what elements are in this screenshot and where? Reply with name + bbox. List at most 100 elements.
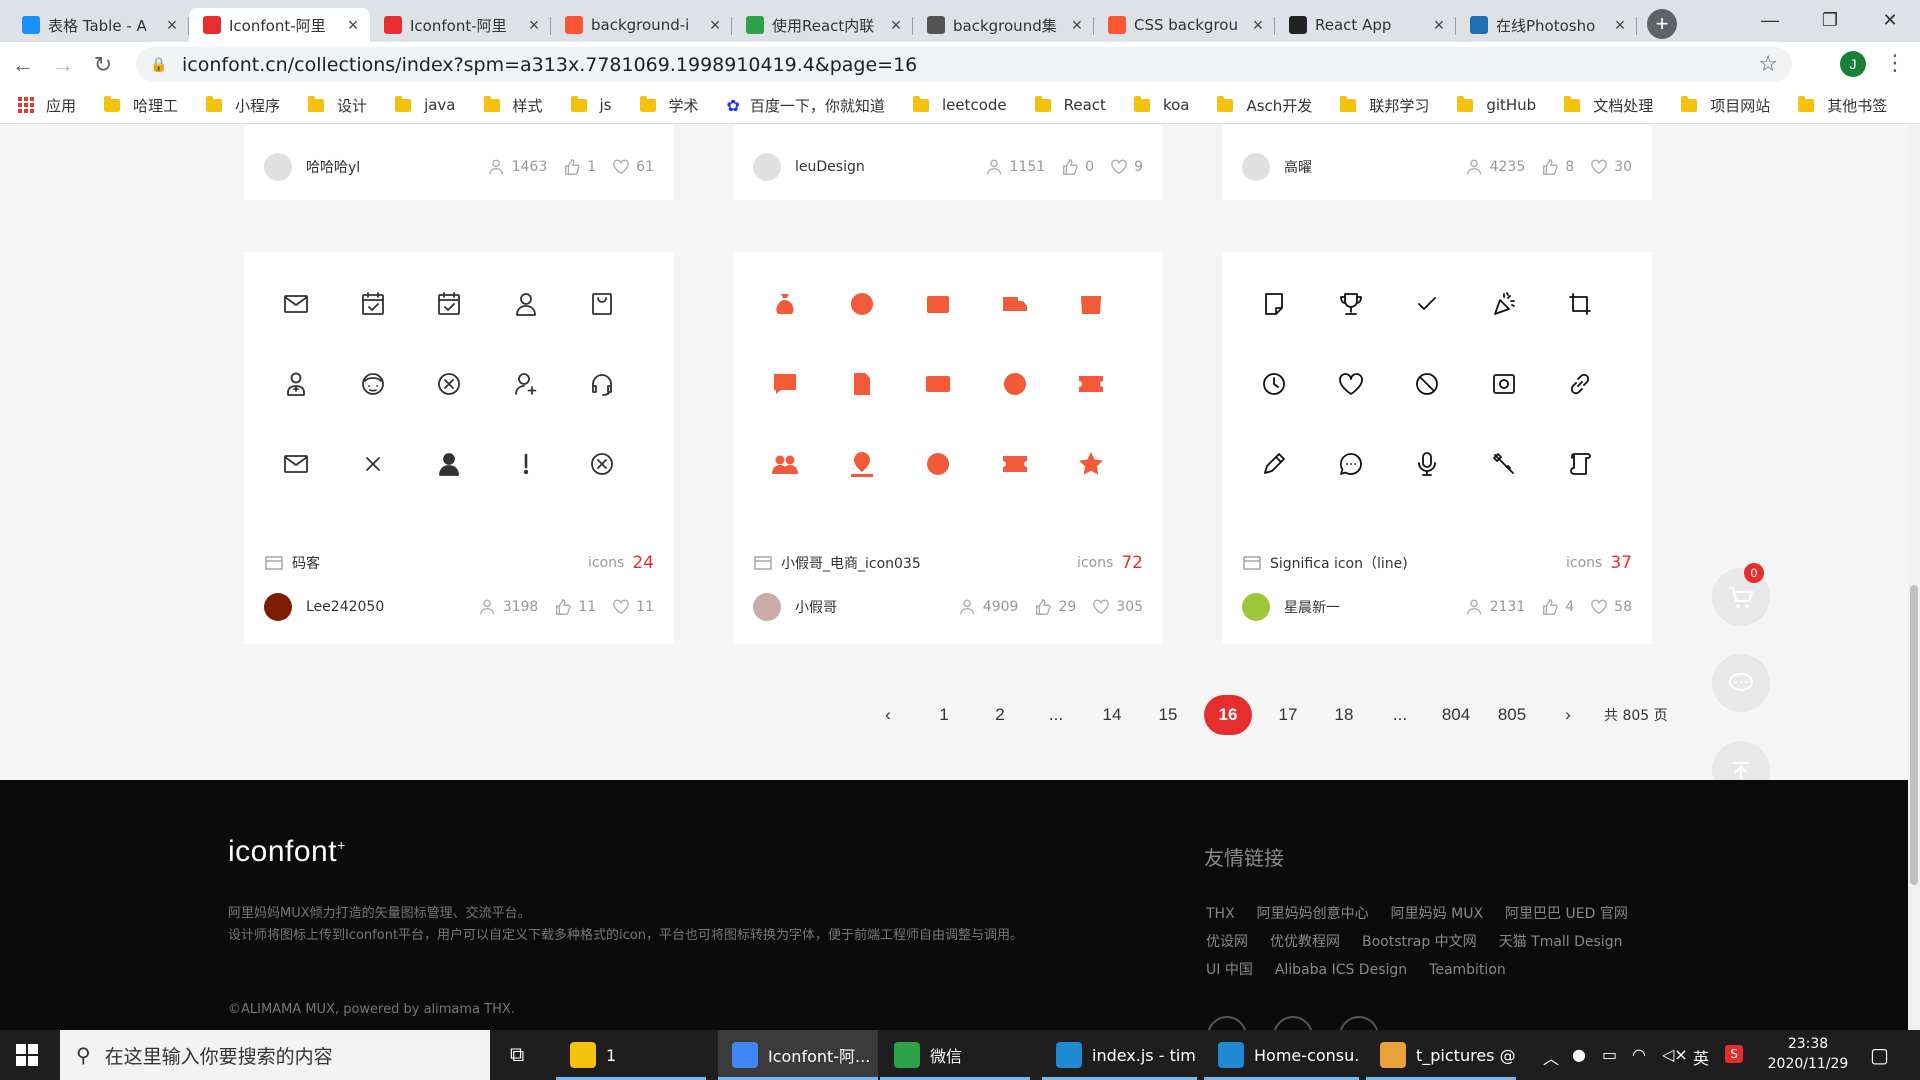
close-tab-icon[interactable]: × xyxy=(525,15,543,36)
sogou-ime-icon[interactable]: S xyxy=(1725,1045,1743,1063)
taskbar-clock[interactable]: 23:38 2020/11/29 xyxy=(1762,1034,1854,1074)
page-link[interactable]: 1 xyxy=(924,695,964,735)
browser-tab[interactable]: Iconfont-阿里 × xyxy=(370,8,551,42)
close-tab-icon[interactable]: × xyxy=(1249,15,1267,36)
back-button[interactable]: ← xyxy=(6,48,40,82)
bookmark-item[interactable]: 学术 xyxy=(639,95,699,116)
volume-icon[interactable]: ◁× xyxy=(1662,1045,1688,1064)
bookmark-item[interactable]: koa xyxy=(1133,95,1189,114)
crown-badge-icon[interactable] xyxy=(995,364,1035,404)
wifi-icon[interactable]: ◠ xyxy=(1632,1045,1646,1064)
party-popper-icon[interactable] xyxy=(1484,284,1524,324)
bookmark-star-icon[interactable]: ☆ xyxy=(1758,52,1778,77)
bookmark-item[interactable]: 联邦学习 xyxy=(1340,95,1429,116)
taskbar-app[interactable]: Iconfont-阿... xyxy=(718,1030,878,1080)
bookmark-item[interactable]: 设计 xyxy=(308,95,367,116)
taskbar-app[interactable]: index.js - tim... xyxy=(1042,1030,1197,1080)
user-add-icon[interactable] xyxy=(506,364,546,404)
note-icon[interactable] xyxy=(1254,284,1294,324)
location-pin-icon[interactable] xyxy=(842,444,882,484)
close-circle-icon[interactable] xyxy=(582,444,622,484)
collection-author[interactable]: 高曜 xyxy=(1284,157,1450,177)
favorites-stat[interactable]: 61 xyxy=(612,158,654,176)
browser-tab[interactable]: CSS backgrou × xyxy=(1094,8,1275,42)
page-link[interactable]: 805 xyxy=(1492,695,1532,735)
input-language[interactable]: 英 xyxy=(1693,1045,1709,1069)
next-page-button[interactable]: › xyxy=(1548,695,1588,735)
likes-stat[interactable]: 0 xyxy=(1061,158,1094,176)
maximize-button[interactable]: ❐ xyxy=(1800,0,1860,40)
coupon-icon[interactable] xyxy=(1071,364,1111,404)
menu-kebab-icon[interactable]: ⋮ xyxy=(1884,50,1906,76)
chat-icon[interactable] xyxy=(1331,444,1371,484)
vip-card-icon[interactable] xyxy=(918,364,958,404)
avatar-face-icon[interactable] xyxy=(353,364,393,404)
calendar-check-icon[interactable] xyxy=(429,284,469,324)
favorites-stat[interactable]: 11 xyxy=(612,598,654,616)
document-icon[interactable] xyxy=(842,364,882,404)
page-link[interactable]: 15 xyxy=(1148,695,1188,735)
friend-link[interactable]: 优设网 xyxy=(1206,928,1248,956)
minimize-button[interactable]: — xyxy=(1740,0,1800,40)
refund-icon[interactable] xyxy=(918,444,958,484)
wechat-tray-icon[interactable]: ● xyxy=(1572,1045,1586,1064)
friend-link[interactable]: Bootstrap 中文网 xyxy=(1362,928,1477,956)
collection-card[interactable]: 码客 icons 24 Lee242050 3198 11 11 xyxy=(244,252,674,644)
close-tab-icon[interactable]: × xyxy=(706,15,724,36)
trophy-icon[interactable] xyxy=(1331,284,1371,324)
collection-card[interactable]: 小假哥_电商_icon035 icons 72 小假哥 4909 29 305 xyxy=(733,252,1163,644)
crop-icon[interactable] xyxy=(1560,284,1600,324)
windows-start-icon[interactable] xyxy=(16,1044,38,1066)
bookmark-item[interactable]: 样式 xyxy=(483,95,543,116)
likes-stat[interactable]: 29 xyxy=(1034,598,1076,616)
collection-card[interactable]: Significa icon（line) icons 37 星晨新一 2131 4 58 xyxy=(1222,252,1652,644)
browser-tab[interactable]: 表格 Table - A × xyxy=(8,8,189,42)
message-icon[interactable] xyxy=(765,364,805,404)
bookmark-item[interactable]: 项目网站 xyxy=(1681,95,1770,116)
mail-icon[interactable] xyxy=(276,444,316,484)
taskbar-app[interactable]: Home-consu... xyxy=(1204,1030,1359,1080)
collection-author[interactable]: 小假哥 xyxy=(795,597,943,617)
favorites-stat[interactable]: 58 xyxy=(1590,598,1632,616)
tray-chevron-icon[interactable]: ︿ xyxy=(1543,1045,1559,1069)
browser-tab[interactable]: 使用React内联 × xyxy=(732,8,913,42)
current-page[interactable]: 16 xyxy=(1204,695,1252,735)
page-scrollbar[interactable] xyxy=(1908,125,1920,1030)
shopping-bag-icon[interactable] xyxy=(582,284,622,324)
friend-link[interactable]: 阿里巴巴 UED 官网 xyxy=(1505,900,1628,928)
bookmark-item[interactable]: leetcode xyxy=(912,95,1007,114)
forbidden-icon[interactable] xyxy=(1407,364,1447,404)
browser-tab[interactable]: 在线Photosho × xyxy=(1456,8,1637,42)
close-tab-icon[interactable]: × xyxy=(163,15,181,36)
close-tab-icon[interactable]: × xyxy=(344,15,362,36)
friend-link[interactable]: Teambition xyxy=(1429,956,1506,984)
bookmark-item[interactable]: ✿ 百度一下，你就知道 xyxy=(727,95,885,116)
user-icon[interactable] xyxy=(506,284,546,324)
bookmark-item[interactable]: 其他书签 xyxy=(1798,95,1887,116)
delivery-truck-icon[interactable] xyxy=(995,284,1035,324)
heart-icon[interactable] xyxy=(1331,364,1371,404)
page-link[interactable]: 17 xyxy=(1268,695,1308,735)
friend-link[interactable]: 阿里妈妈 MUX xyxy=(1391,900,1483,928)
likes-stat[interactable]: 1 xyxy=(563,158,596,176)
exclamation-icon[interactable] xyxy=(506,444,546,484)
bookmark-item[interactable]: js xyxy=(570,95,612,114)
browser-tab[interactable]: background集 × xyxy=(913,8,1094,42)
browser-tab[interactable]: React App × xyxy=(1275,8,1456,42)
pencil-icon[interactable] xyxy=(1254,444,1294,484)
favorites-stat[interactable]: 305 xyxy=(1092,598,1143,616)
page-link[interactable]: 804 xyxy=(1436,695,1476,735)
collection-card[interactable]: leuDesign 1151 0 9 xyxy=(733,125,1163,200)
collection-author[interactable]: 哈哈哈yl xyxy=(306,157,472,177)
wallet-icon[interactable] xyxy=(918,284,958,324)
bookmark-item[interactable]: 小程序 xyxy=(206,95,280,116)
collection-card[interactable]: 高曜 4235 8 30 xyxy=(1222,125,1652,200)
favorites-stat[interactable]: 30 xyxy=(1590,158,1632,176)
likes-stat[interactable]: 4 xyxy=(1541,598,1574,616)
taskbar-search[interactable]: ⚲ 在这里输入你要搜索的内容 xyxy=(60,1030,490,1080)
bookmark-item[interactable]: Asch开发 xyxy=(1217,95,1312,116)
profile-avatar[interactable]: J xyxy=(1840,51,1866,77)
group-users-icon[interactable] xyxy=(765,444,805,484)
favorites-stat[interactable]: 9 xyxy=(1110,158,1143,176)
page-link[interactable]: 18 xyxy=(1324,695,1364,735)
